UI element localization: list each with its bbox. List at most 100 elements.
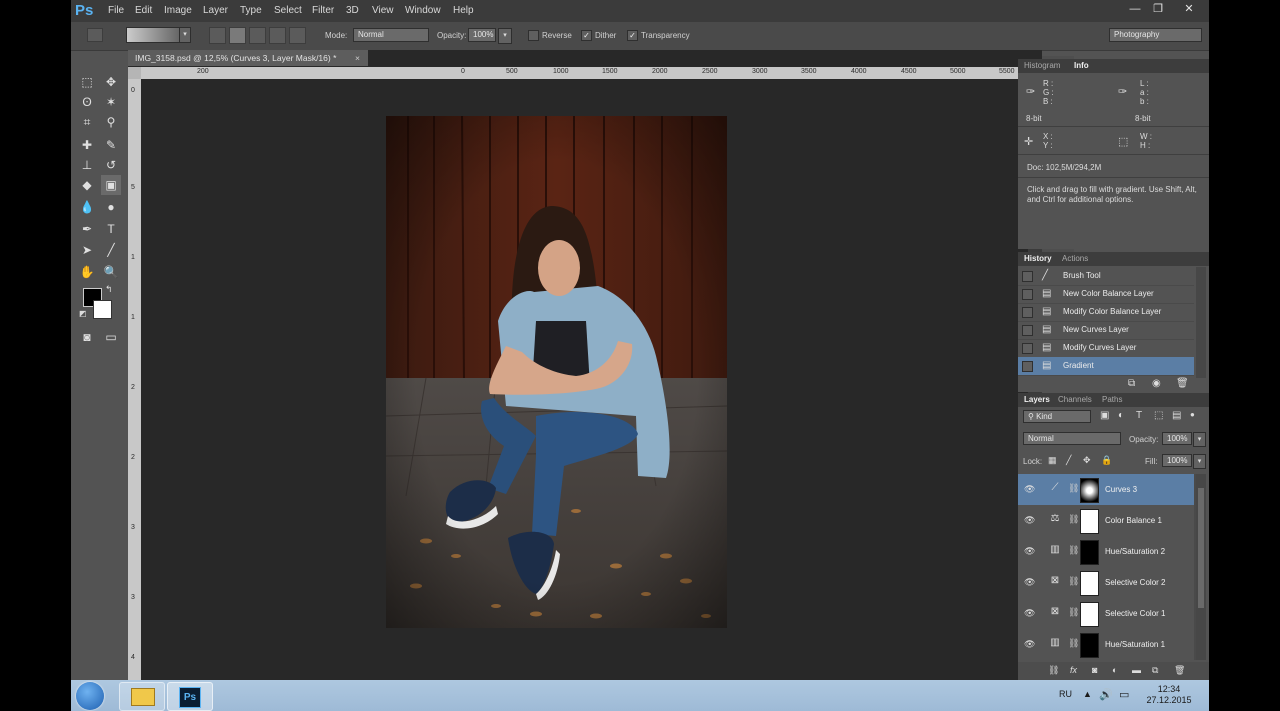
snapshot-source-checkbox[interactable] bbox=[1022, 361, 1033, 372]
swap-colors-icon[interactable]: ↰ bbox=[105, 284, 113, 295]
link-layers-icon[interactable]: ⛓ bbox=[1048, 665, 1059, 676]
reflected-gradient-button[interactable] bbox=[269, 27, 286, 44]
layer-row-hue-saturation-1[interactable]: 👁 ▥ ⛓ Hue/Saturation 1 bbox=[1018, 629, 1194, 660]
ruler-origin[interactable] bbox=[128, 67, 141, 79]
history-brush-icon[interactable]: ↺ bbox=[101, 155, 121, 175]
layer-mask-thumbnail[interactable] bbox=[1080, 633, 1099, 658]
menu-layer[interactable]: Layer bbox=[203, 5, 228, 16]
reverse-checkbox[interactable] bbox=[528, 30, 539, 41]
menu-window[interactable]: Window bbox=[405, 5, 441, 16]
eye-icon[interactable]: 👁 bbox=[1024, 546, 1035, 557]
chevron-down-icon[interactable]: ▾ bbox=[179, 27, 191, 43]
canvas-viewport[interactable] bbox=[141, 79, 1028, 680]
restore-icon[interactable]: ❐ bbox=[1146, 1, 1170, 18]
history-scrollbar[interactable] bbox=[1196, 267, 1206, 378]
radial-gradient-button[interactable] bbox=[229, 27, 246, 44]
menu-type[interactable]: Type bbox=[240, 5, 262, 16]
quick-mask-icon[interactable]: ◙ bbox=[77, 327, 97, 347]
lock-all-icon[interactable]: 🔒 bbox=[1101, 455, 1112, 466]
snapshot-source-checkbox[interactable] bbox=[1022, 325, 1033, 336]
pen-tool-icon[interactable]: ✒ bbox=[77, 219, 97, 239]
trash-icon[interactable]: 🗑 bbox=[1176, 378, 1189, 389]
blur-tool-icon[interactable]: 💧 bbox=[77, 197, 97, 217]
layer-row-hue-saturation-2[interactable]: 👁 ▥ ⛓ Hue/Saturation 2 bbox=[1018, 536, 1194, 568]
chevron-down-icon[interactable]: ▾ bbox=[498, 28, 512, 44]
opacity-input[interactable]: 100% bbox=[468, 28, 496, 42]
dither-checkbox[interactable]: ✓ bbox=[581, 30, 592, 41]
fill-input[interactable]: 100% bbox=[1162, 454, 1192, 467]
document-tab[interactable]: IMG_3158.psd @ 12,5% (Curves 3, Layer Ma… bbox=[128, 50, 368, 66]
minimize-icon[interactable]: — bbox=[1123, 1, 1147, 18]
marquee-tool-icon[interactable]: ⬚ bbox=[77, 72, 97, 92]
menu-edit[interactable]: Edit bbox=[135, 5, 152, 16]
line-tool-icon[interactable]: ╱ bbox=[101, 240, 121, 260]
link-icon[interactable]: ⛓ bbox=[1068, 638, 1079, 649]
trash-icon[interactable]: 🗑 bbox=[1174, 665, 1185, 676]
lasso-tool-icon[interactable]: ʘ bbox=[77, 92, 97, 112]
new-adjustment-layer-icon[interactable]: ◐ bbox=[1112, 665, 1117, 675]
layer-mask-thumbnail[interactable] bbox=[1080, 509, 1099, 534]
history-item-modify-color-balance[interactable]: ▤ Modify Color Balance Layer bbox=[1018, 303, 1194, 322]
filter-pixel-icon[interactable]: ▣ bbox=[1100, 410, 1109, 421]
menu-file[interactable]: File bbox=[108, 5, 124, 16]
crop-tool-icon[interactable]: ⌗ bbox=[77, 112, 97, 132]
filter-shape-icon[interactable]: ⬚ bbox=[1154, 410, 1163, 421]
eye-icon[interactable]: 👁 bbox=[1024, 484, 1035, 495]
start-button[interactable] bbox=[76, 682, 104, 710]
fx-icon[interactable]: fx bbox=[1070, 665, 1077, 675]
menu-image[interactable]: Image bbox=[164, 5, 192, 16]
lock-position-icon[interactable]: ✥ bbox=[1083, 455, 1091, 466]
close-tab-icon[interactable]: × bbox=[355, 50, 360, 66]
tab-actions[interactable]: Actions bbox=[1062, 254, 1088, 263]
brush-tool-icon[interactable]: ✎ bbox=[101, 135, 121, 155]
tab-channels[interactable]: Channels bbox=[1058, 395, 1092, 404]
layer-mask-thumbnail[interactable] bbox=[1080, 602, 1099, 627]
healing-brush-icon[interactable]: ✚ bbox=[77, 135, 97, 155]
dodge-tool-icon[interactable]: ● bbox=[101, 197, 121, 217]
hand-tool-icon[interactable]: ✋ bbox=[77, 262, 97, 282]
diamond-gradient-button[interactable] bbox=[289, 27, 306, 44]
lock-transparent-icon[interactable]: ▦ bbox=[1048, 455, 1057, 466]
eraser-icon[interactable]: ◆ bbox=[77, 175, 97, 195]
lock-image-icon[interactable]: ╱ bbox=[1066, 455, 1071, 466]
close-icon[interactable]: ✕ bbox=[1174, 1, 1204, 18]
link-icon[interactable]: ⛓ bbox=[1068, 514, 1079, 525]
link-icon[interactable]: ⛓ bbox=[1068, 607, 1079, 618]
layer-mask-thumbnail[interactable] bbox=[1080, 540, 1099, 565]
snapshot-source-checkbox[interactable] bbox=[1022, 289, 1033, 300]
menu-view[interactable]: View bbox=[372, 5, 394, 16]
menu-select[interactable]: Select bbox=[274, 5, 302, 16]
link-icon[interactable]: ⛓ bbox=[1068, 545, 1079, 556]
menu-help[interactable]: Help bbox=[453, 5, 474, 16]
layer-row-selective-color-2[interactable]: 👁 ⊠ ⛓ Selective Color 2 bbox=[1018, 567, 1194, 599]
history-item-modify-curves[interactable]: ▤ Modify Curves Layer bbox=[1018, 339, 1194, 358]
filter-smart-object-icon[interactable]: ▤ bbox=[1172, 410, 1181, 421]
filter-toggle-icon[interactable]: ● bbox=[1190, 410, 1195, 419]
eyedropper-icon[interactable]: ⚲ bbox=[101, 112, 121, 132]
screen-mode-icon[interactable]: ▭ bbox=[101, 327, 121, 347]
taskbar-explorer[interactable] bbox=[119, 682, 165, 711]
layer-mask-thumbnail[interactable] bbox=[1080, 571, 1099, 596]
language-indicator[interactable]: RU bbox=[1059, 689, 1072, 699]
filter-type-icon[interactable]: T bbox=[1136, 410, 1142, 421]
tray-expand-icon[interactable]: ▲ bbox=[1083, 689, 1092, 699]
magic-wand-icon[interactable]: ✶ bbox=[101, 92, 121, 112]
transparency-checkbox[interactable]: ✓ bbox=[627, 30, 638, 41]
path-selection-icon[interactable]: ➤ bbox=[77, 240, 97, 260]
zoom-tool-icon[interactable]: 🔍 bbox=[101, 262, 121, 282]
type-tool-icon[interactable]: T bbox=[101, 219, 121, 239]
default-colors-icon[interactable]: ◩ bbox=[79, 309, 87, 318]
tool-preset-picker[interactable] bbox=[87, 28, 103, 42]
history-item-brush-tool[interactable]: ╱ Brush Tool bbox=[1018, 267, 1194, 286]
tab-paths[interactable]: Paths bbox=[1102, 395, 1122, 404]
new-document-from-state-icon[interactable]: ⧉ bbox=[1128, 378, 1135, 389]
eye-icon[interactable]: 👁 bbox=[1024, 608, 1035, 619]
layer-opacity-input[interactable]: 100% bbox=[1162, 432, 1192, 445]
clock[interactable]: 12:34 27.12.2015 bbox=[1141, 684, 1197, 706]
tab-histogram[interactable]: Histogram bbox=[1024, 61, 1060, 70]
eye-icon[interactable]: 👁 bbox=[1024, 577, 1035, 588]
tab-info[interactable]: Info bbox=[1074, 61, 1089, 70]
history-item-gradient[interactable]: ▤ Gradient bbox=[1018, 357, 1194, 376]
gradient-tool-icon[interactable]: ▣ bbox=[101, 175, 121, 195]
add-mask-icon[interactable]: ◙ bbox=[1092, 665, 1097, 675]
